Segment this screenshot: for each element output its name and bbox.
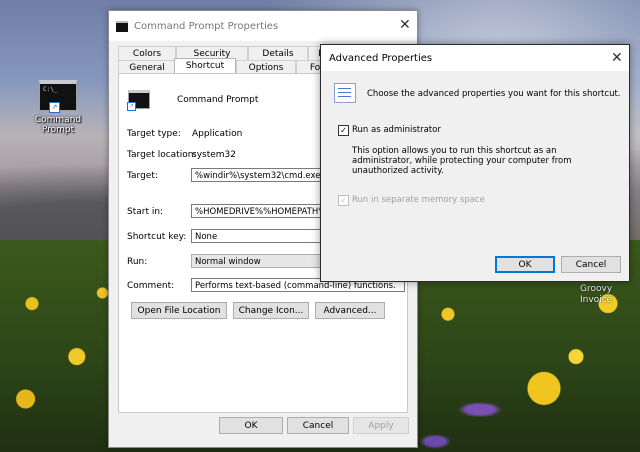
advanced-button[interactable]: Advanced...	[315, 302, 385, 319]
advanced-ok-button[interactable]: OK	[495, 256, 555, 273]
target-label: Target:	[127, 171, 158, 181]
target-location-label: Target location:	[127, 150, 197, 160]
run-as-admin-desc-line-3: unauthorized activity.	[352, 166, 444, 176]
advanced-cancel-button[interactable]: Cancel	[561, 256, 621, 273]
open-file-location-button[interactable]: Open File Location	[131, 302, 227, 319]
properties-cancel-button[interactable]: Cancel	[287, 417, 349, 434]
desktop-icon-label-line-2: Prompt	[41, 125, 75, 135]
properties-titlebar[interactable]: Command Prompt Properties ✕	[109, 11, 417, 41]
run-as-admin-label[interactable]: Run as administrator	[352, 125, 441, 135]
tab-details[interactable]: Details	[248, 46, 308, 61]
advanced-properties-dialog: Advanced Properties ✕ Choose the advance…	[320, 44, 630, 282]
properties-list-icon	[334, 83, 356, 103]
properties-ok-button[interactable]: OK	[219, 417, 283, 434]
advanced-title: Advanced Properties	[329, 53, 433, 64]
desktop-icon-label-line-1: Command	[34, 115, 82, 125]
target-type-value: Application	[192, 129, 243, 139]
run-label: Run:	[127, 257, 148, 267]
shortcut-name: Command Prompt	[177, 95, 259, 105]
separate-memory-label: Run in separate memory space	[352, 195, 485, 205]
watermark-line-2: Invoice	[580, 295, 613, 305]
run-as-admin-checkbox[interactable]: ✓	[338, 125, 349, 136]
advanced-close-button[interactable]: ✕	[611, 50, 623, 66]
run-as-admin-desc-line-2: administrator, while protecting your com…	[352, 156, 572, 166]
cmd-title-icon	[116, 21, 128, 32]
target-location-value: system32	[192, 150, 236, 160]
run-as-admin-desc-line-1: This option allows you to run this short…	[352, 146, 557, 156]
start-in-label: Start in:	[127, 207, 164, 217]
comment-label: Comment:	[127, 281, 175, 291]
properties-title: Command Prompt Properties	[134, 21, 279, 32]
desktop-icon-label: Command Prompt	[30, 115, 86, 135]
properties-apply-button[interactable]: Apply	[353, 417, 409, 434]
watermark-line-1: Groovy	[580, 284, 613, 294]
target-type-label: Target type:	[127, 129, 181, 139]
shortcut-key-label: Shortcut key:	[127, 232, 187, 242]
advanced-heading: Choose the advanced properties you want …	[367, 89, 621, 99]
separate-memory-checkbox[interactable]: ✓	[338, 195, 349, 206]
desktop-icon-command-prompt[interactable]: C:\_ ↗ Command Prompt	[30, 80, 86, 135]
tab-colors[interactable]: Colors	[118, 46, 176, 61]
advanced-titlebar[interactable]: Advanced Properties ✕	[321, 45, 629, 71]
shortcut-arrow-icon: ↗	[49, 102, 60, 113]
cmd-prompt-glyph: C:\_	[43, 86, 58, 93]
change-icon-button[interactable]: Change Icon...	[233, 302, 309, 319]
properties-close-button[interactable]: ✕	[399, 17, 411, 33]
shortcut-arrow-icon: ↗	[127, 102, 136, 111]
run-as-admin-description: This option allows you to run this short…	[352, 146, 572, 176]
command-prompt-icon: ↗	[127, 90, 150, 111]
watermark: Groovy Invoice	[580, 284, 612, 306]
command-prompt-icon: C:\_ ↗	[39, 80, 77, 113]
